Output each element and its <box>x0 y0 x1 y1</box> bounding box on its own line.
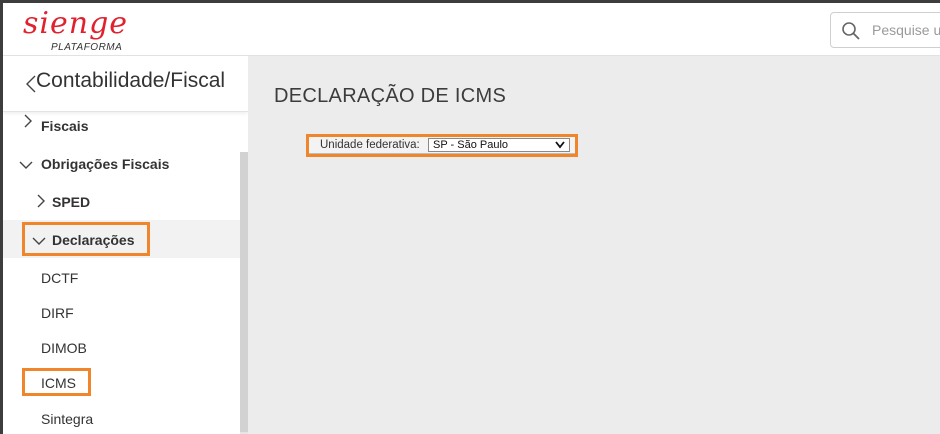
sidebar-item-obrigacoes-fiscais[interactable]: Obrigações Fiscais <box>3 146 240 182</box>
sidebar-nav: Fiscais Obrigações Fiscais SPED Declaraç… <box>3 96 248 434</box>
sidebar-item-label: SPED <box>52 194 91 210</box>
sidebar-item-dctf[interactable]: DCTF <box>3 259 240 295</box>
page-title: DECLARAÇÃO DE ICMS <box>274 85 507 107</box>
uf-label: Unidade federativa: <box>320 139 420 151</box>
sidebar-item-label: DCTF <box>41 270 79 286</box>
search-placeholder: Pesquise u <box>872 22 940 38</box>
sidebar-title: Contabilidade/Fiscal <box>36 69 226 92</box>
sidebar-item-label: Declarações <box>52 232 135 248</box>
sidebar-item-declaracoes[interactable]: Declarações <box>3 220 240 258</box>
chevron-down-icon <box>32 237 46 245</box>
sidebar-item-label: ICMS <box>41 375 76 391</box>
search-icon <box>842 22 860 40</box>
chevron-down-icon <box>555 141 565 149</box>
app-header: sienge PLATAFORMA Pesquise u <box>3 3 940 56</box>
logo-wordmark: sienge <box>23 6 129 41</box>
chevron-right-icon <box>37 194 45 208</box>
sidebar-item-sintegra[interactable]: Sintegra <box>3 401 240 434</box>
sidebar-item-dirf[interactable]: DIRF <box>3 294 240 330</box>
sidebar-item-label: Sintegra <box>41 411 94 427</box>
logo-subtitle: PLATAFORMA <box>51 42 123 53</box>
sidebar-item-label: DIMOB <box>41 340 87 356</box>
sidebar-item-icms[interactable]: ICMS <box>3 365 240 401</box>
sidebar-item-label: Obrigações Fiscais <box>41 156 170 172</box>
sidebar-item-label: DIRF <box>41 305 74 321</box>
sienge-logo[interactable]: sienge PLATAFORMA <box>23 8 133 54</box>
uf-field: Unidade federativa: SP - São Paulo <box>308 136 576 154</box>
sidebar: Contabilidade/Fiscal Fiscais Obrigações … <box>3 56 248 434</box>
sidebar-item-dimob[interactable]: DIMOB <box>3 329 240 365</box>
sidebar-item-label: Fiscais <box>41 118 89 134</box>
uf-select[interactable]: SP - São Paulo <box>428 138 570 152</box>
chevron-right-icon <box>24 114 32 128</box>
main-content: DECLARAÇÃO DE ICMS Unidade federativa: S… <box>248 56 940 434</box>
search-input[interactable]: Pesquise u <box>830 12 940 48</box>
sidebar-item-sped[interactable]: SPED <box>3 183 240 219</box>
sidebar-header: Contabilidade/Fiscal <box>3 56 248 112</box>
chevron-down-icon <box>19 161 33 169</box>
uf-select-value: SP - São Paulo <box>433 139 509 151</box>
sidebar-scrollbar-thumb[interactable] <box>240 152 248 432</box>
